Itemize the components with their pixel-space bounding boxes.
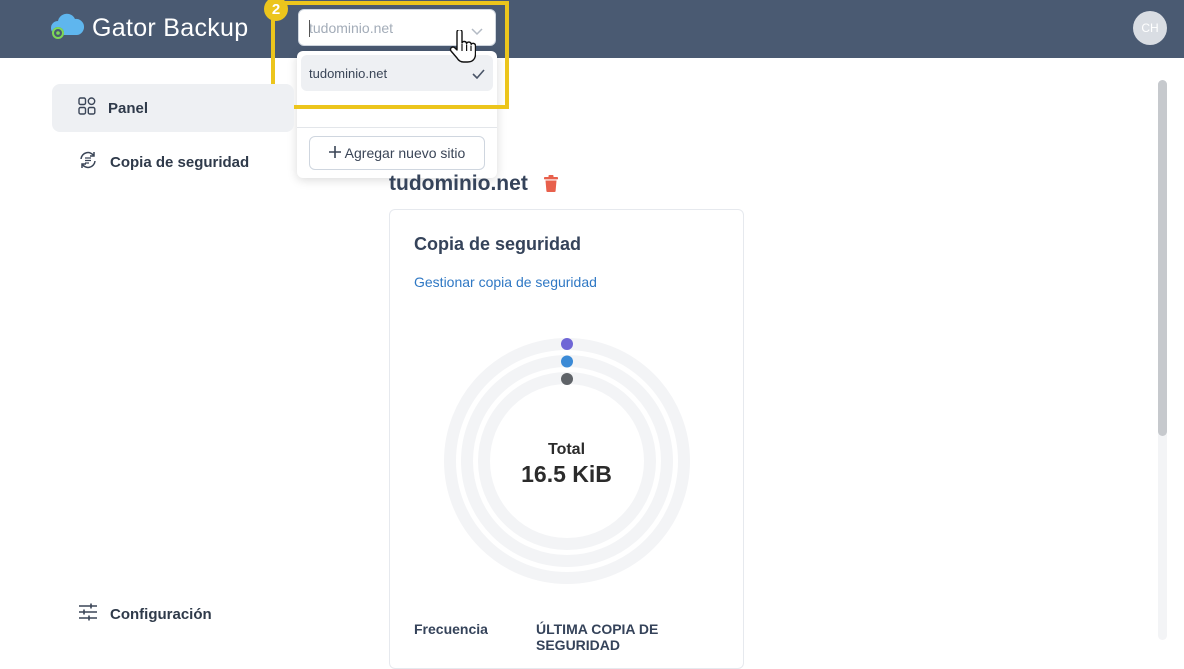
backup-sync-icon	[78, 150, 98, 174]
sidebar-item-panel[interactable]: Panel	[52, 84, 294, 132]
hand-cursor-icon	[448, 28, 477, 69]
last-backup-label: ÚLTIMA COPIA DE SEGURIDAD	[536, 621, 659, 653]
dashboard-icon	[78, 97, 96, 119]
site-option-label: tudominio.net	[309, 65, 388, 81]
site-select-placeholder: tudominio.net	[309, 19, 394, 36]
total-label: Total	[547, 441, 586, 458]
add-site-button[interactable]: Agregar nuevo sitio	[309, 136, 485, 170]
app-logo[interactable]: Gator Backup	[50, 12, 248, 44]
site-title: tudominio.net	[389, 172, 528, 195]
scrollbar-thumb[interactable]	[1158, 80, 1167, 436]
app-name: Gator Backup	[92, 13, 249, 42]
total-value: 16.5 KiB	[521, 461, 612, 487]
trash-icon[interactable]	[543, 175, 559, 197]
frequency-label: Frecuencia	[414, 621, 488, 637]
sidebar-item-label: Panel	[108, 99, 149, 117]
sidebar-item-label: Configuración	[110, 605, 212, 623]
dropdown-divider	[297, 127, 497, 128]
cloud-logo-icon	[50, 11, 85, 46]
add-site-label: Agregar nuevo sitio	[344, 145, 466, 161]
sidebar-item-settings[interactable]: Configuración	[52, 590, 294, 638]
text-caret	[309, 20, 310, 37]
card-title: Copia de seguridad	[414, 234, 582, 254]
dot-blue	[561, 355, 573, 368]
site-dropdown: tudominio.net Agregar nuevo sitio	[297, 51, 497, 178]
check-icon	[472, 67, 485, 82]
manage-backup-link[interactable]: Gestionar copia de seguridad	[414, 274, 597, 290]
sliders-icon	[78, 603, 98, 625]
sidebar-item-backup[interactable]: Copia de seguridad	[52, 138, 294, 186]
plus-icon	[328, 145, 341, 161]
dot-gray	[561, 373, 573, 385]
sidebar-item-label: Copia de seguridad	[110, 153, 250, 171]
user-avatar[interactable]: CH	[1133, 11, 1167, 45]
dot-purple	[561, 338, 573, 350]
backup-card: Copia de seguridad Gestionar copia de se…	[389, 209, 744, 669]
top-bar: Gator Backup CH	[0, 0, 1184, 58]
